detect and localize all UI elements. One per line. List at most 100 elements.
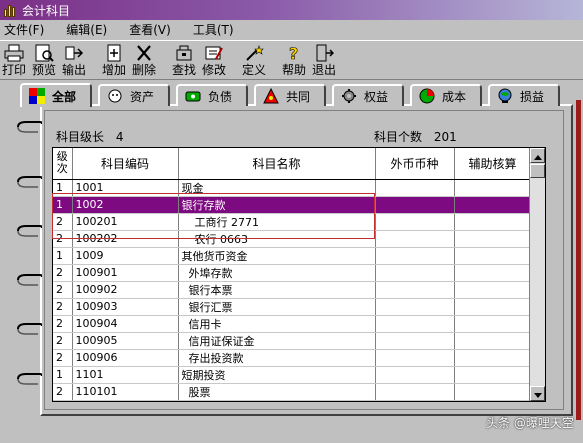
table-row[interactable]: 2 100906 存出投资款 [53, 349, 532, 367]
export-button[interactable]: 输出 [61, 43, 87, 79]
cell-level[interactable]: 2 [53, 400, 73, 401]
col-header-auxiliary[interactable]: 辅助核算 [454, 148, 532, 180]
cell-name[interactable]: 短期投资 [178, 366, 376, 384]
cell-auxiliary[interactable] [454, 400, 532, 401]
scroll-thumb[interactable] [530, 164, 545, 178]
scroll-up-button[interactable] [530, 148, 545, 163]
cell-code[interactable]: 100905 [72, 332, 179, 350]
cell-name[interactable]: 工商行 2771 [178, 213, 376, 231]
cell-level[interactable]: 1 [53, 366, 73, 384]
cell-currency[interactable] [375, 196, 455, 214]
cell-currency[interactable] [375, 213, 455, 231]
col-header-currency[interactable]: 外币币种 [375, 148, 455, 180]
cell-level[interactable]: 2 [53, 213, 73, 231]
tab-common[interactable]: 共同 [254, 84, 326, 106]
cell-currency[interactable] [375, 332, 455, 350]
cell-currency[interactable] [375, 383, 455, 401]
cell-level[interactable]: 2 [53, 298, 73, 316]
cell-level[interactable]: 2 [53, 383, 73, 401]
cell-level[interactable]: 1 [53, 196, 73, 214]
cell-name[interactable]: 银行汇票 [178, 298, 376, 316]
cell-currency[interactable] [375, 366, 455, 384]
menu-edit[interactable]: 编辑(E) [66, 21, 107, 38]
table-row[interactable]: 2 110101 股票 [53, 383, 532, 401]
cell-code[interactable]: 100904 [72, 315, 179, 333]
cell-name[interactable]: 存出投资款 [178, 349, 376, 367]
tab-liabilities[interactable]: 负债 [176, 84, 248, 106]
menu-file[interactable]: 文件(F) [4, 21, 44, 38]
cell-code[interactable]: 1001 [72, 179, 179, 197]
table-row[interactable]: 1 1001 现金 [53, 179, 532, 197]
cell-level[interactable]: 2 [53, 332, 73, 350]
cell-currency[interactable] [375, 230, 455, 248]
table-row[interactable]: 1 1101 短期投资 [53, 366, 532, 384]
cell-code[interactable]: 100201 [72, 213, 179, 231]
cell-code[interactable]: 100202 [72, 230, 179, 248]
cell-level[interactable]: 1 [53, 247, 73, 265]
table-row[interactable]: 2 100201 工商行 2771 [53, 213, 532, 231]
table-row[interactable]: 1 1009 其他货币资金 [53, 247, 532, 265]
table-row[interactable]: 2 100903 银行汇票 [53, 298, 532, 316]
cell-auxiliary[interactable] [454, 196, 532, 214]
cell-auxiliary[interactable] [454, 332, 532, 350]
cell-name[interactable]: 信用卡 [178, 315, 376, 333]
cell-auxiliary[interactable] [454, 264, 532, 282]
col-header-name[interactable]: 科目名称 [178, 148, 376, 180]
cell-currency[interactable] [375, 400, 455, 401]
cell-code[interactable]: 100903 [72, 298, 179, 316]
tab-profit-loss[interactable]: 损益 [488, 84, 560, 106]
cell-level[interactable]: 2 [53, 315, 73, 333]
cell-name[interactable]: 银行存款 [178, 196, 376, 214]
table-row[interactable]: 1 1002 银行存款 [53, 196, 532, 214]
delete-button[interactable]: 删除 [131, 43, 157, 79]
tab-assets[interactable]: 资产 [98, 84, 170, 106]
table-row[interactable]: 2 100901 外埠存款 [53, 264, 532, 282]
cell-level[interactable]: 2 [53, 230, 73, 248]
table-row[interactable]: 2 100904 信用卡 [53, 315, 532, 333]
cell-currency[interactable] [375, 247, 455, 265]
cell-auxiliary[interactable] [454, 247, 532, 265]
col-header-level[interactable]: 级次 [53, 148, 73, 180]
cell-auxiliary[interactable] [454, 383, 532, 401]
cell-level[interactable]: 2 [53, 349, 73, 367]
cell-auxiliary[interactable] [454, 213, 532, 231]
define-button[interactable]: 定义 [241, 43, 267, 79]
cell-name[interactable]: 信用证保证金 [178, 332, 376, 350]
modify-button[interactable]: 修改 [201, 43, 227, 79]
table-row[interactable]: 2 100902 银行本票 [53, 281, 532, 299]
cell-level[interactable]: 1 [53, 179, 73, 197]
help-button[interactable]: ? 帮助 [281, 43, 307, 79]
cell-level[interactable]: 2 [53, 264, 73, 282]
cell-auxiliary[interactable] [454, 349, 532, 367]
exit-button[interactable]: 退出 [311, 43, 337, 79]
cell-name[interactable]: 现金 [178, 179, 376, 197]
cell-code[interactable]: 1009 [72, 247, 179, 265]
cell-name[interactable]: 银行本票 [178, 281, 376, 299]
print-button[interactable]: 打印 [1, 43, 27, 79]
cell-code[interactable]: 110101 [72, 383, 179, 401]
add-button[interactable]: 增加 [101, 43, 127, 79]
scroll-down-button[interactable] [530, 386, 545, 401]
cell-level[interactable]: 2 [53, 281, 73, 299]
find-button[interactable]: 查找 [171, 43, 197, 79]
tab-cost[interactable]: 成本 [410, 84, 482, 106]
cell-code[interactable]: 100901 [72, 264, 179, 282]
menu-view[interactable]: 查看(V) [129, 21, 171, 38]
table-row[interactable]: 2 100202 农行 0663 [53, 230, 532, 248]
cell-name[interactable]: 农行 0663 [178, 230, 376, 248]
cell-currency[interactable] [375, 349, 455, 367]
cell-code[interactable]: 1002 [72, 196, 179, 214]
tab-all[interactable]: 全部 [20, 83, 92, 107]
cell-code[interactable]: 1101 [72, 366, 179, 384]
vertical-scrollbar[interactable] [529, 148, 545, 401]
cell-currency[interactable] [375, 179, 455, 197]
cell-currency[interactable] [375, 264, 455, 282]
cell-name[interactable]: 股票 [178, 383, 376, 401]
preview-button[interactable]: 预览 [31, 43, 57, 79]
table-row[interactable]: 2110102债券 [53, 400, 532, 401]
table-row[interactable]: 2 100905 信用证保证金 [53, 332, 532, 350]
cell-currency[interactable] [375, 315, 455, 333]
cell-auxiliary[interactable] [454, 179, 532, 197]
cell-name[interactable]: 其他货币资金 [178, 247, 376, 265]
cell-code[interactable]: 100902 [72, 281, 179, 299]
